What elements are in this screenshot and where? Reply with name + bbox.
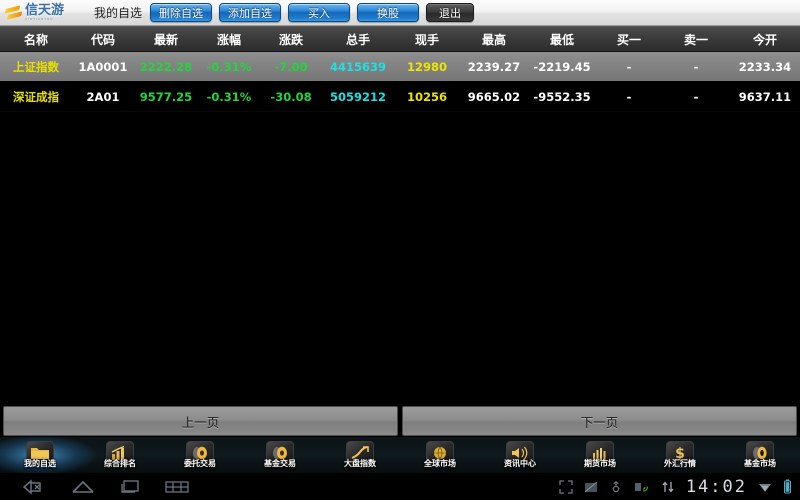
exit-button[interactable]: 退出 [426, 3, 475, 22]
dock-label: 基金市场 [744, 459, 776, 468]
column-header-low[interactable]: 最低 [528, 31, 596, 48]
column-header-last[interactable]: 最新 [134, 31, 198, 48]
quotes-table: 名称 代码 最新 涨幅 涨跌 总手 现手 最高 最低 买一 卖一 今开 上证指数… [0, 26, 800, 112]
dock-label: 资讯中心 [504, 459, 536, 468]
cell-ask1: - [693, 89, 699, 104]
nav-left-group [0, 478, 190, 495]
app-logo: 信天游 XINTIANYOU [4, 1, 86, 25]
cell-change-pct: -0.31% [206, 59, 252, 74]
logo-title: 信天游 [25, 3, 65, 18]
delete-watchlist-button[interactable]: 删除自选 [150, 3, 213, 22]
column-header-code[interactable]: 代码 [72, 31, 134, 48]
add-watchlist-button[interactable]: 添加自选 [219, 3, 282, 22]
dock-label: 我的自选 [24, 459, 56, 468]
fullscreen-icon[interactable] [559, 479, 573, 494]
column-header-cur-volume[interactable]: 现手 [394, 31, 460, 48]
cell-open: 2233.34 [738, 59, 792, 74]
dock-label: 综合排名 [104, 459, 136, 468]
status-clock: 14:02 [685, 476, 747, 497]
dock-item-futures-market[interactable]: 期货市场 [560, 437, 640, 473]
dock-label: 期货市场 [584, 459, 616, 468]
cell-high: 2239.27 [467, 59, 521, 74]
cell-low: -9552.35 [533, 89, 591, 104]
dock-item-my-watchlist[interactable]: 我的自选 [0, 435, 96, 475]
cell-change-pct: -0.31% [206, 89, 252, 104]
cell-last: 2222.28 [139, 59, 193, 74]
table-row[interactable]: 深证成指 2A01 9577.25 -0.31% -30.08 5059212 … [0, 82, 800, 112]
cell-low: -2219.45 [533, 59, 591, 74]
table-row[interactable]: 上证指数 1A0001 2222.28 -0.31% -7.00 4415639… [0, 52, 800, 82]
switch-stock-button[interactable]: 换股 [357, 3, 420, 22]
cell-cur-volume: 10256 [406, 89, 447, 104]
current-section-label: 我的自选 [94, 6, 143, 20]
dock-item-fund-market[interactable]: 基金市场 [720, 437, 800, 473]
cast-icon[interactable] [634, 480, 650, 494]
cell-bid1: - [626, 59, 632, 74]
data-transfer-icon[interactable] [661, 480, 675, 494]
cell-volume: 5059212 [329, 89, 386, 104]
back-icon[interactable] [22, 478, 48, 495]
usb-icon[interactable] [609, 480, 623, 494]
column-header-change[interactable]: 涨跌 [260, 31, 322, 48]
buy-button[interactable]: 买入 [288, 3, 351, 22]
dock-item-market-index[interactable]: 大盘指数 [320, 437, 400, 473]
cell-name: 上证指数 [13, 59, 59, 74]
column-header-ask1[interactable]: 卖一 [662, 31, 730, 48]
dock-label: 委托交易 [184, 459, 216, 468]
next-page-button[interactable]: 下一页 [402, 406, 797, 436]
dock-item-global-market[interactable]: 全球市场 [400, 437, 480, 473]
prev-page-button[interactable]: 上一页 [3, 406, 398, 436]
column-header-volume[interactable]: 总手 [322, 31, 394, 48]
cell-change: -7.00 [274, 59, 308, 74]
battery-icon[interactable] [783, 479, 792, 494]
cell-name: 深证成指 [13, 89, 59, 104]
cell-code: 2A01 [86, 89, 120, 104]
dock-item-fund-trade[interactable]: 基金交易 [240, 437, 320, 473]
cell-high: 9665.02 [467, 89, 521, 104]
dock-item-ranking[interactable]: 综合排名 [80, 437, 160, 473]
dock-label: 基金交易 [264, 459, 296, 468]
column-header-open[interactable]: 今开 [730, 31, 800, 48]
cell-cur-volume: 12980 [406, 59, 447, 74]
cell-ask1: - [693, 59, 699, 74]
logo-mark-icon [4, 4, 24, 22]
cell-open: 9637.11 [738, 89, 792, 104]
cell-change: -30.08 [270, 89, 312, 104]
column-header-high[interactable]: 最高 [460, 31, 528, 48]
dock-label: 外汇行情 [664, 459, 696, 468]
top-toolbar: 信天游 XINTIANYOU 我的自选 删除自选 添加自选 买入 换股 退出 [0, 0, 800, 26]
bottom-dock: 我的自选 综合排名 委托交易 基金交易 大盘指数 全球市场 资讯中心 期货市场 … [0, 435, 800, 475]
column-header-name[interactable]: 名称 [0, 31, 72, 48]
dock-item-order-trade[interactable]: 委托交易 [160, 437, 240, 473]
recent-apps-icon[interactable] [118, 479, 142, 495]
screenshot-icon[interactable] [584, 480, 598, 494]
cell-volume: 4415639 [329, 59, 386, 74]
dock-label: 大盘指数 [344, 459, 376, 468]
cell-last: 9577.25 [139, 89, 193, 104]
wifi-icon[interactable] [758, 480, 772, 494]
pagination-bar: 上一页 下一页 [0, 405, 800, 437]
dock-item-forex[interactable]: $ 外汇行情 [640, 437, 720, 473]
dock-item-news-center[interactable]: 资讯中心 [480, 437, 560, 473]
app-grid-icon[interactable] [164, 479, 190, 495]
column-header-change-pct[interactable]: 涨幅 [198, 31, 260, 48]
table-header-row: 名称 代码 最新 涨幅 涨跌 总手 现手 最高 最低 买一 卖一 今开 [0, 26, 800, 52]
status-right-group: 14:02 [559, 477, 800, 497]
app-root: 信天游 XINTIANYOU 我的自选 删除自选 添加自选 买入 换股 退出 名… [0, 0, 800, 500]
home-icon[interactable] [70, 479, 96, 495]
cell-bid1: - [626, 89, 632, 104]
android-navigation-bar: 14:02 [0, 473, 800, 500]
column-header-bid1[interactable]: 买一 [596, 31, 662, 48]
cell-code: 1A0001 [78, 59, 128, 74]
dock-label: 全球市场 [424, 459, 456, 468]
